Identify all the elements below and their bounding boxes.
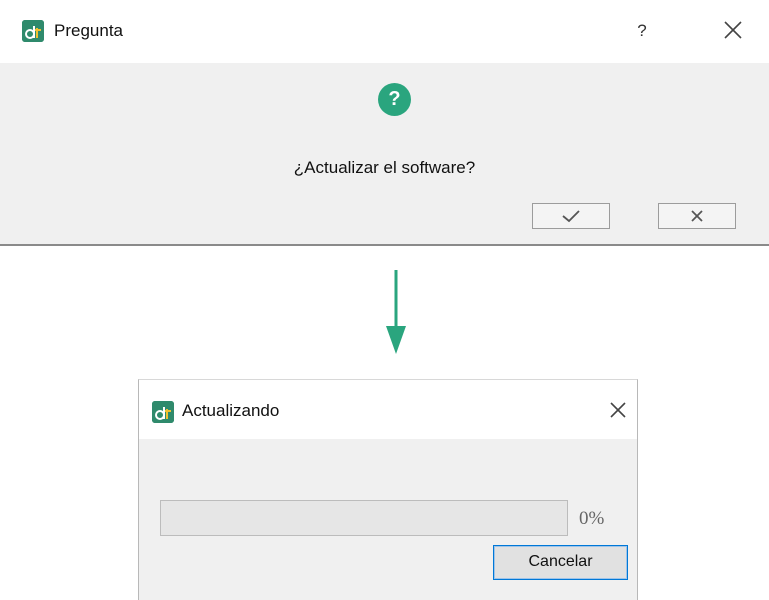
down-arrow-icon — [386, 270, 406, 354]
cancel-button[interactable]: Cancelar — [493, 545, 628, 580]
question-dialog-title: Pregunta — [54, 21, 123, 40]
progress-dialog-body: 0% Cancelar — [139, 439, 637, 600]
progress-dialog-close-button[interactable] — [605, 397, 631, 423]
app-logo-icon — [152, 401, 174, 423]
check-icon — [562, 210, 580, 223]
question-message: ¿Actualizar el software? — [293, 158, 476, 177]
question-dialog-titlebar: Pregunta ? — [0, 0, 769, 63]
confirm-button[interactable] — [532, 203, 610, 229]
progress-dialog: Actualizando 0% Cancelar — [138, 379, 638, 600]
progress-dialog-title: Actualizando — [182, 401, 280, 420]
close-icon — [610, 402, 626, 418]
question-dialog-close-button[interactable] — [720, 17, 746, 43]
progress-bar — [160, 500, 568, 536]
help-button[interactable]: ? — [632, 18, 652, 44]
app-logo-icon — [22, 20, 44, 42]
close-icon — [724, 21, 742, 39]
question-dialog: Pregunta ? ? ¿Actualizar el software? — [0, 0, 769, 247]
question-dialog-body: ? ¿Actualizar el software? — [0, 63, 769, 244]
dialog-bottom-border — [0, 244, 769, 246]
progress-dialog-titlebar: Actualizando — [139, 380, 637, 439]
reject-button[interactable] — [658, 203, 736, 229]
close-icon — [691, 210, 703, 222]
progress-percent: 0% — [579, 508, 605, 529]
question-icon: ? — [378, 83, 411, 116]
